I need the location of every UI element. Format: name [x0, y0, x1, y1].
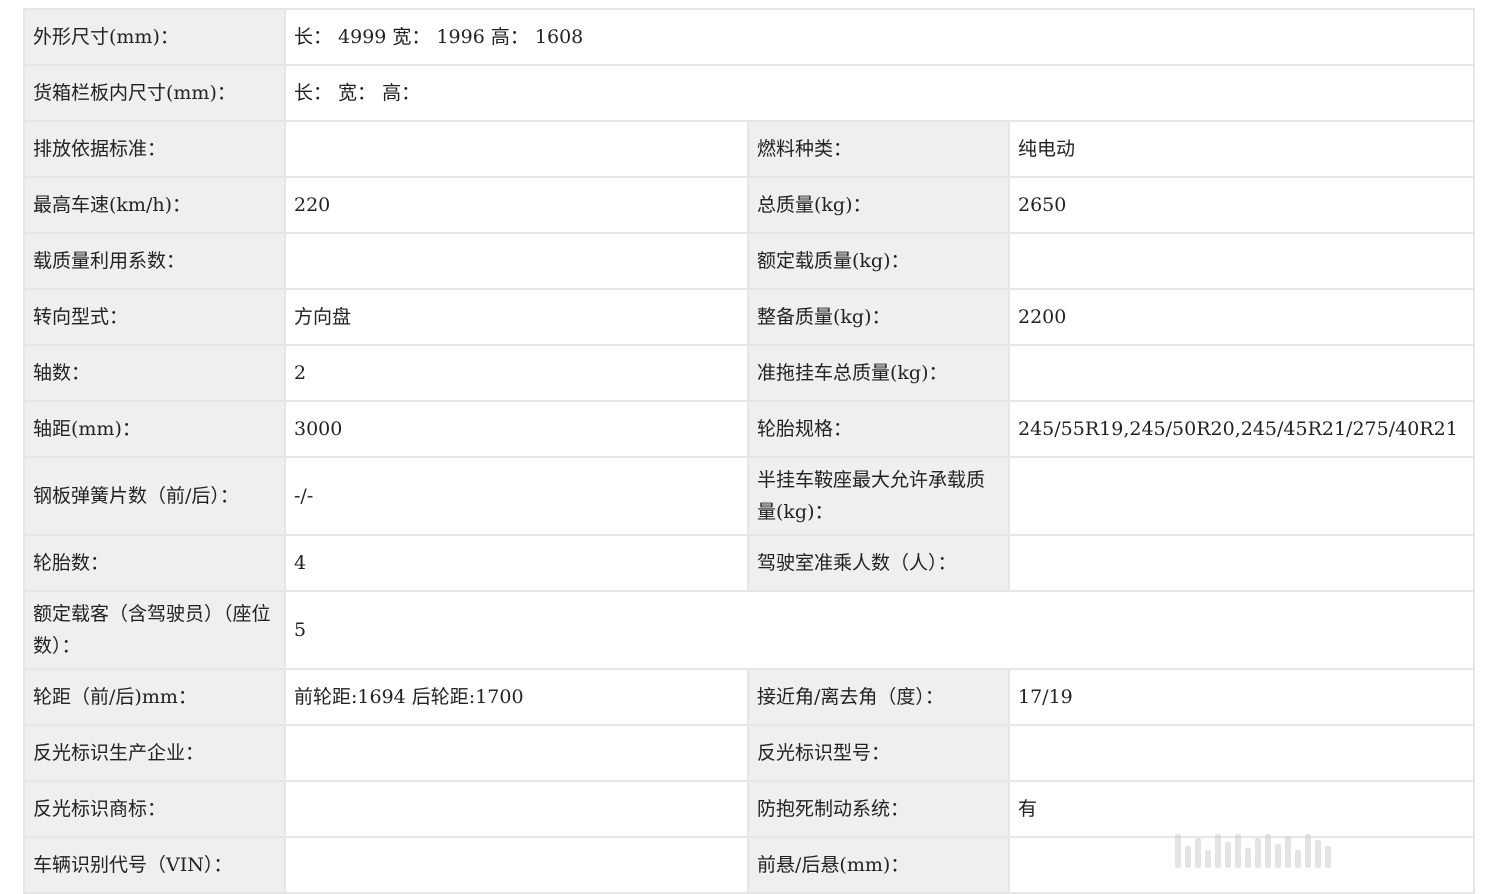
spec-value [1008, 724, 1475, 782]
table-row: 轮距（前/后)mm： 前轮距:1694 后轮距:1700 接近角/离去角（度）：… [23, 668, 1475, 726]
spec-value [1008, 344, 1475, 402]
table-row: 外形尺寸(mm)： 长： 4999 宽： 1996 高： 1608 [23, 8, 1475, 66]
spec-label: 外形尺寸(mm)： [23, 8, 286, 66]
spec-label: 货箱栏板内尺寸(mm)： [23, 64, 286, 122]
spec-label: 驾驶室准乘人数（人）： [747, 534, 1010, 592]
spec-label: 最高车速(km/h)： [23, 176, 286, 234]
spec-label: 排放依据标准： [23, 120, 286, 178]
watermark-logo [1175, 828, 1331, 868]
spec-value [284, 232, 749, 290]
table-row: 载质量利用系数： 额定载质量(kg)： [23, 232, 1475, 290]
spec-label: 反光标识型号： [747, 724, 1010, 782]
spec-label: 反光标识生产企业： [23, 724, 286, 782]
spec-label: 轴距(mm)： [23, 400, 286, 458]
spec-label: 燃料种类： [747, 120, 1010, 178]
spec-value [284, 836, 749, 894]
table-row: 转向型式： 方向盘 整备质量(kg)： 2200 [23, 288, 1475, 346]
spec-value: 17/19 [1008, 668, 1475, 726]
spec-value [284, 780, 749, 838]
spec-value: 245/55R19,245/50R20,245/45R21/275/40R21 [1008, 400, 1475, 458]
spec-value [1008, 456, 1475, 536]
spec-value: 220 [284, 176, 749, 234]
spec-label: 额定载质量(kg)： [747, 232, 1010, 290]
table-row: 轴距(mm)： 3000 轮胎规格： 245/55R19,245/50R20,2… [23, 400, 1475, 458]
spec-label: 半挂车鞍座最大允许承载质量(kg)： [747, 456, 1010, 536]
table-row: 轮胎数： 4 驾驶室准乘人数（人）： [23, 534, 1475, 592]
spec-value: 2 [284, 344, 749, 402]
spec-value: 长： 4999 宽： 1996 高： 1608 [284, 8, 1475, 66]
spec-label: 准拖挂车总质量(kg)： [747, 344, 1010, 402]
table-row: 轴数： 2 准拖挂车总质量(kg)： [23, 344, 1475, 402]
spec-value: -/- [284, 456, 749, 536]
spec-value: 2650 [1008, 176, 1475, 234]
table-row: 货箱栏板内尺寸(mm)： 长： 宽： 高： [23, 64, 1475, 122]
spec-value [284, 120, 749, 178]
spec-label: 总质量(kg)： [747, 176, 1010, 234]
spec-label: 轮胎数： [23, 534, 286, 592]
spec-label: 轴数： [23, 344, 286, 402]
table-row: 最高车速(km/h)： 220 总质量(kg)： 2650 [23, 176, 1475, 234]
spec-value [1008, 534, 1475, 592]
spec-value: 5 [284, 590, 1475, 670]
spec-label: 转向型式： [23, 288, 286, 346]
spec-label: 钢板弹簧片数（前/后）： [23, 456, 286, 536]
spec-label: 轮胎规格： [747, 400, 1010, 458]
spec-label: 载质量利用系数： [23, 232, 286, 290]
spec-label: 反光标识商标： [23, 780, 286, 838]
table-row: 钢板弹簧片数（前/后）： -/- 半挂车鞍座最大允许承载质量(kg)： [23, 456, 1475, 536]
spec-value [284, 724, 749, 782]
table-row: 排放依据标准： 燃料种类： 纯电动 [23, 120, 1475, 178]
spec-value [1008, 232, 1475, 290]
spec-label: 额定载客（含驾驶员）（座位数）： [23, 590, 286, 670]
spec-label: 前悬/后悬(mm)： [747, 836, 1010, 894]
spec-value: 4 [284, 534, 749, 592]
spec-value: 纯电动 [1008, 120, 1475, 178]
spec-value: 长： 宽： 高： [284, 64, 1475, 122]
table-row: 反光标识生产企业： 反光标识型号： [23, 724, 1475, 782]
spec-value: 2200 [1008, 288, 1475, 346]
spec-label: 接近角/离去角（度）： [747, 668, 1010, 726]
spec-label: 轮距（前/后)mm： [23, 668, 286, 726]
spec-value: 前轮距:1694 后轮距:1700 [284, 668, 749, 726]
spec-label: 防抱死制动系统： [747, 780, 1010, 838]
spec-label: 车辆识别代号（VIN）： [23, 836, 286, 894]
vehicle-spec-table: 外形尺寸(mm)： 长： 4999 宽： 1996 高： 1608 货箱栏板内尺… [23, 8, 1475, 894]
table-row: 额定载客（含驾驶员）（座位数）： 5 [23, 590, 1475, 670]
spec-label: 整备质量(kg)： [747, 288, 1010, 346]
spec-value: 3000 [284, 400, 749, 458]
spec-value: 方向盘 [284, 288, 749, 346]
